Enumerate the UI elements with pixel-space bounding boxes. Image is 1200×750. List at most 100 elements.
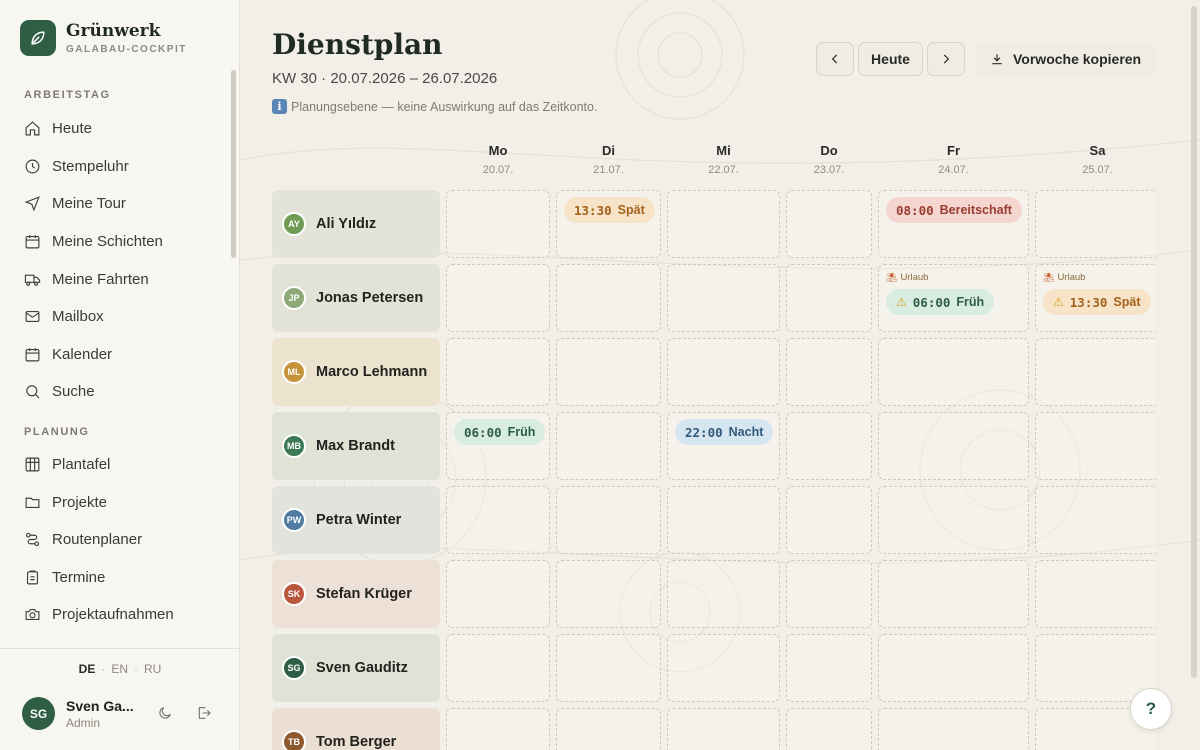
roster-cell[interactable] <box>667 708 780 750</box>
main-scrollbar[interactable] <box>1191 6 1197 678</box>
roster-cell[interactable]: ⛱ Urlaub ⚠ 06:00 Früh <box>878 264 1029 332</box>
avatar: ML <box>282 360 306 384</box>
employee-row-header[interactable]: MB Max Brandt <box>272 412 440 480</box>
help-button[interactable]: ? <box>1130 688 1172 730</box>
sidebar-item-mailbox[interactable]: Mailbox <box>0 298 230 336</box>
roster-cell[interactable] <box>786 708 872 750</box>
employee-row-header[interactable]: SK Stefan Krüger <box>272 560 440 628</box>
shift-pill[interactable]: 13:30 Spät <box>564 197 655 223</box>
roster-cell[interactable] <box>446 190 550 258</box>
roster-cell[interactable] <box>1035 560 1156 628</box>
roster-cell[interactable] <box>446 338 550 406</box>
roster-cell[interactable] <box>1035 412 1156 480</box>
employee-row-header[interactable]: TB Tom Berger <box>272 708 440 750</box>
roster-cell[interactable] <box>1035 190 1156 258</box>
roster-cell[interactable] <box>556 634 661 702</box>
sidebar-item-projektaufnahmen[interactable]: Projektaufnahmen <box>0 596 230 634</box>
roster-cell[interactable] <box>446 708 550 750</box>
roster-cell[interactable] <box>786 264 872 332</box>
theme-toggle-button[interactable] <box>157 705 175 723</box>
roster-cell[interactable]: 13:30 Spät <box>556 190 661 258</box>
roster-cell[interactable] <box>667 486 780 554</box>
sidebar-item-routenplaner[interactable]: Routenplaner <box>0 521 230 559</box>
roster-cell[interactable] <box>556 708 661 750</box>
roster-cell[interactable] <box>786 560 872 628</box>
day-header: Mo 20.07. <box>446 143 550 176</box>
employee-row-header[interactable]: PW Petra Winter <box>272 486 440 554</box>
moon-icon <box>159 707 171 719</box>
roster-cell[interactable] <box>556 560 661 628</box>
route-icon <box>25 533 40 547</box>
roster-cell[interactable] <box>878 560 1029 628</box>
sidebar-item-termine[interactable]: Termine <box>0 559 230 597</box>
sidebar-item-kalender[interactable]: Kalender <box>0 336 230 374</box>
shift-pill[interactable]: 06:00 Früh <box>454 419 546 445</box>
roster-cell[interactable] <box>556 264 661 332</box>
sidebar-scrollbar[interactable] <box>231 70 236 258</box>
roster-cell[interactable] <box>667 190 780 258</box>
lang-ru[interactable]: RU <box>144 662 161 676</box>
roster-cell[interactable] <box>667 264 780 332</box>
roster-cell[interactable] <box>786 486 872 554</box>
roster-cell[interactable] <box>556 486 661 554</box>
today-button[interactable]: Heute <box>858 42 923 76</box>
roster-cell[interactable] <box>878 486 1029 554</box>
sidebar-item-heute[interactable]: Heute <box>0 110 230 148</box>
user-profile[interactable]: SG Sven Ga... Admin <box>22 697 134 730</box>
shift-pill[interactable]: 22:00 Nacht <box>675 419 774 445</box>
navigation-icon <box>24 196 40 212</box>
lang-en[interactable]: EN <box>111 662 128 676</box>
roster-cell[interactable] <box>786 190 872 258</box>
roster-cell[interactable] <box>878 634 1029 702</box>
shift-pill[interactable]: ⚠ 13:30 Spät <box>1043 289 1151 315</box>
employee-row-header[interactable]: ML Marco Lehmann <box>272 338 440 406</box>
roster-cell[interactable]: 22:00 Nacht <box>667 412 780 480</box>
shift-pill[interactable]: 08:00 Bereitschaft <box>886 197 1022 223</box>
roster-cell[interactable] <box>556 412 661 480</box>
next-week-button[interactable] <box>927 42 965 76</box>
roster-cell[interactable] <box>878 338 1029 406</box>
sidebar-item-meine-tour[interactable]: Meine Tour <box>0 185 230 223</box>
roster-cell[interactable]: 08:00 Bereitschaft <box>878 190 1029 258</box>
page-title: Dienstplan <box>272 28 443 61</box>
avatar: SK <box>282 582 306 606</box>
roster-cell[interactable] <box>878 708 1029 750</box>
logout-icon <box>198 707 211 719</box>
home-icon <box>25 121 40 136</box>
roster-cell[interactable] <box>878 412 1029 480</box>
roster-cell[interactable] <box>446 634 550 702</box>
roster-cell[interactable]: 06:00 Früh <box>446 412 550 480</box>
roster-cell[interactable] <box>667 338 780 406</box>
sidebar-item-suche[interactable]: Suche <box>0 373 230 411</box>
day-date: 23.07. <box>813 164 845 176</box>
sidebar-item-meine-fahrten[interactable]: Meine Fahrten <box>0 260 230 298</box>
sidebar-item-meine-schichten[interactable]: Meine Schichten <box>0 223 230 261</box>
employee-row-header[interactable]: SG Sven Gauditz <box>272 634 440 702</box>
roster-cell[interactable] <box>1035 338 1156 406</box>
sidebar-item-plantafel[interactable]: Plantafel <box>0 446 230 484</box>
roster-cell[interactable] <box>667 560 780 628</box>
umbrella-icon: ⛱ <box>1043 272 1055 282</box>
sidebar-item-projekte[interactable]: Projekte <box>0 483 230 521</box>
roster-cell[interactable]: ⛱ Urlaub ⚠ 13:30 Spät <box>1035 264 1156 332</box>
shift-label: Spät <box>617 203 645 217</box>
shift-pill[interactable]: ⚠ 06:00 Früh <box>886 289 995 315</box>
roster-cell[interactable] <box>786 412 872 480</box>
roster-cell[interactable] <box>786 338 872 406</box>
roster-cell[interactable] <box>667 634 780 702</box>
roster-cell[interactable] <box>446 264 550 332</box>
employee-row-header[interactable]: JP Jonas Petersen <box>272 264 440 332</box>
copy-previous-week-button[interactable]: Vorwoche kopieren <box>976 42 1156 76</box>
employee-row-header[interactable]: AY Ali Yıldız <box>272 190 440 258</box>
sidebar-item-stempeluhr[interactable]: Stempeluhr <box>0 148 230 186</box>
info-icon: i <box>272 99 287 114</box>
roster-cell[interactable] <box>786 634 872 702</box>
roster-cell[interactable] <box>446 560 550 628</box>
brand[interactable]: Grünwerk GALABAU-COCKPIT <box>20 20 187 56</box>
logout-button[interactable] <box>196 705 214 723</box>
roster-cell[interactable] <box>1035 486 1156 554</box>
previous-week-button[interactable] <box>816 42 854 76</box>
roster-cell[interactable] <box>446 486 550 554</box>
roster-cell[interactable] <box>556 338 661 406</box>
lang-de[interactable]: DE <box>79 662 96 676</box>
